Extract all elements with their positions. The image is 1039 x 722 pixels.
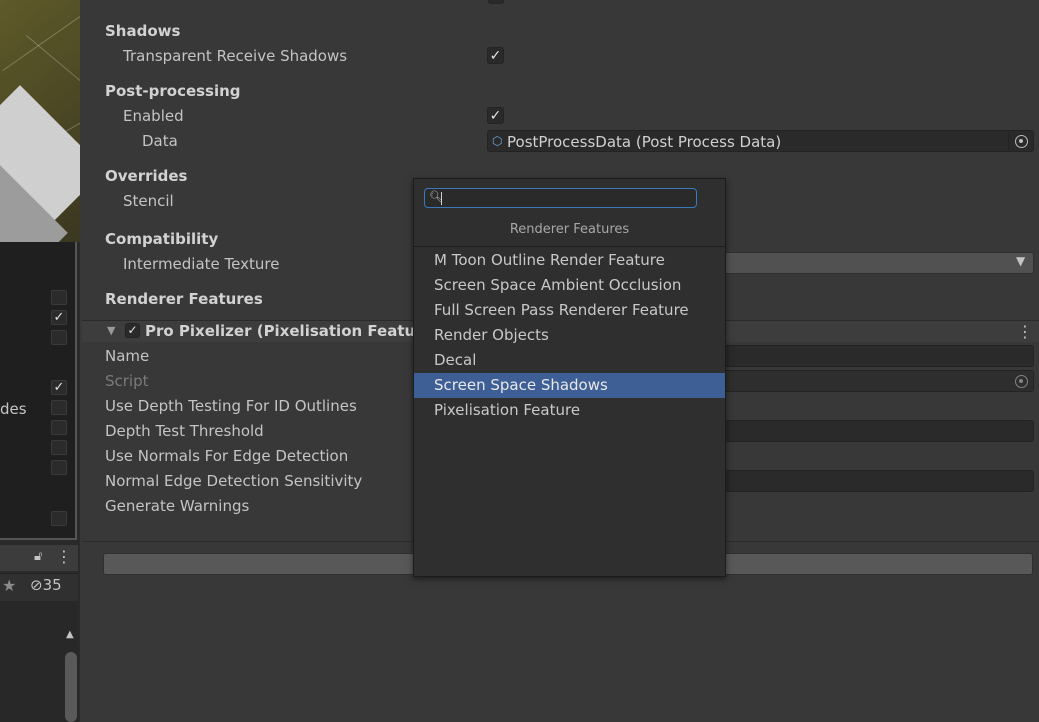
postprocess-data-field[interactable]: ⬡ PostProcessData (Post Process Data)	[487, 130, 1034, 152]
overlay-checkbox[interactable]	[51, 440, 67, 455]
lock-icon[interactable]: 🔓︎	[34, 549, 42, 564]
depth-test-threshold-label: Depth Test Threshold	[105, 422, 264, 440]
feature-enabled-checkbox[interactable]: ✓	[125, 323, 140, 338]
overlay-checkbox[interactable]	[51, 460, 67, 475]
postprocess-data-value: PostProcessData (Post Process Data)	[507, 133, 782, 151]
object-picker-icon	[1015, 375, 1028, 388]
transparent-receive-shadows-checkbox[interactable]: ✓	[487, 47, 504, 64]
dropdown-arrow-icon: ▼	[1016, 254, 1026, 268]
section-shadows: Shadows	[105, 22, 181, 40]
section-overrides: Overrides	[105, 167, 188, 185]
popup-item[interactable]: M Toon Outline Render Feature	[414, 248, 725, 273]
normal-edge-sensitivity-label: Normal Edge Detection Sensitivity	[105, 472, 363, 490]
overlay-checkbox[interactable]: ✓	[51, 380, 67, 395]
overlay-checkbox[interactable]	[51, 511, 67, 526]
feature-script-label: Script	[105, 372, 149, 390]
scene-view[interactable]	[0, 0, 80, 242]
section-compatibility: Compatibility	[105, 230, 219, 248]
intermediate-texture-label: Intermediate Texture	[123, 255, 280, 273]
use-normals-label: Use Normals For Edge Detection	[105, 447, 349, 465]
use-depth-testing-label: Use Depth Testing For ID Outlines	[105, 397, 357, 415]
scrollbar-thumb[interactable]	[65, 652, 77, 722]
visibility-toggle[interactable]: ⊘35	[30, 576, 62, 594]
more-vertical-icon[interactable]: ⋮	[56, 547, 72, 566]
more-vertical-icon[interactable]: ⋮	[1017, 322, 1033, 341]
overlay-checkbox[interactable]	[51, 330, 67, 345]
visibility-off-icon: ⊘	[30, 576, 43, 594]
foldout-arrow-icon[interactable]: ▼	[107, 324, 115, 337]
checkmark-icon: ✓	[489, 108, 502, 124]
checkmark-icon: ✓	[127, 323, 138, 337]
search-input[interactable]: 🔍︎	[424, 188, 697, 208]
overlay-label: des	[0, 400, 27, 418]
feature-name-label: Name	[105, 347, 150, 365]
section-renderer-features: Renderer Features	[105, 290, 263, 308]
popup-item[interactable]: Screen Space Ambient Occlusion	[414, 273, 725, 298]
text-caret	[441, 192, 442, 205]
generate-warnings-label: Generate Warnings	[105, 497, 250, 515]
overlay-checkbox[interactable]	[51, 420, 67, 435]
overlay-panel: ✓ ✓ des	[0, 242, 77, 540]
star-icon[interactable]: ★	[2, 576, 16, 595]
popup-header: Renderer Features	[414, 217, 725, 247]
transparent-receive-shadows-label: Transparent Receive Shadows	[123, 47, 348, 65]
postprocess-data-label: Data	[142, 132, 178, 150]
popup-item[interactable]: Pixelisation Feature	[414, 398, 725, 423]
native-renderpass-checkbox[interactable]	[488, 0, 504, 4]
section-postprocessing: Post-processing	[105, 82, 241, 100]
popup-item[interactable]: Decal	[414, 348, 725, 373]
checkmark-icon: ✓	[489, 48, 502, 64]
object-picker-icon	[1015, 135, 1028, 148]
popup-item[interactable]: Screen Space Shadows	[414, 373, 725, 398]
object-picker-button[interactable]	[1008, 132, 1032, 150]
asset-icon: ⬡	[492, 134, 503, 148]
popup-item[interactable]: Render Objects	[414, 323, 725, 348]
postprocessing-enabled-label: Enabled	[123, 107, 184, 125]
stencil-label: Stencil	[123, 192, 174, 210]
renderer-features-popup: 🔍︎ Renderer Features M Toon Outline Rend…	[413, 178, 726, 577]
hidden-count: 35	[42, 576, 62, 594]
overlay-checkbox[interactable]	[51, 290, 67, 305]
feature-title: Pro Pixelizer (Pixelisation Feature)	[145, 322, 440, 340]
popup-item[interactable]: Full Screen Pass Renderer Feature	[414, 298, 725, 323]
postprocessing-enabled-checkbox[interactable]: ✓	[487, 107, 504, 124]
overlay-checkbox[interactable]	[51, 400, 67, 415]
scroll-up-arrow-icon[interactable]: ▲	[66, 629, 74, 640]
overlay-checkbox[interactable]: ✓	[51, 310, 67, 325]
